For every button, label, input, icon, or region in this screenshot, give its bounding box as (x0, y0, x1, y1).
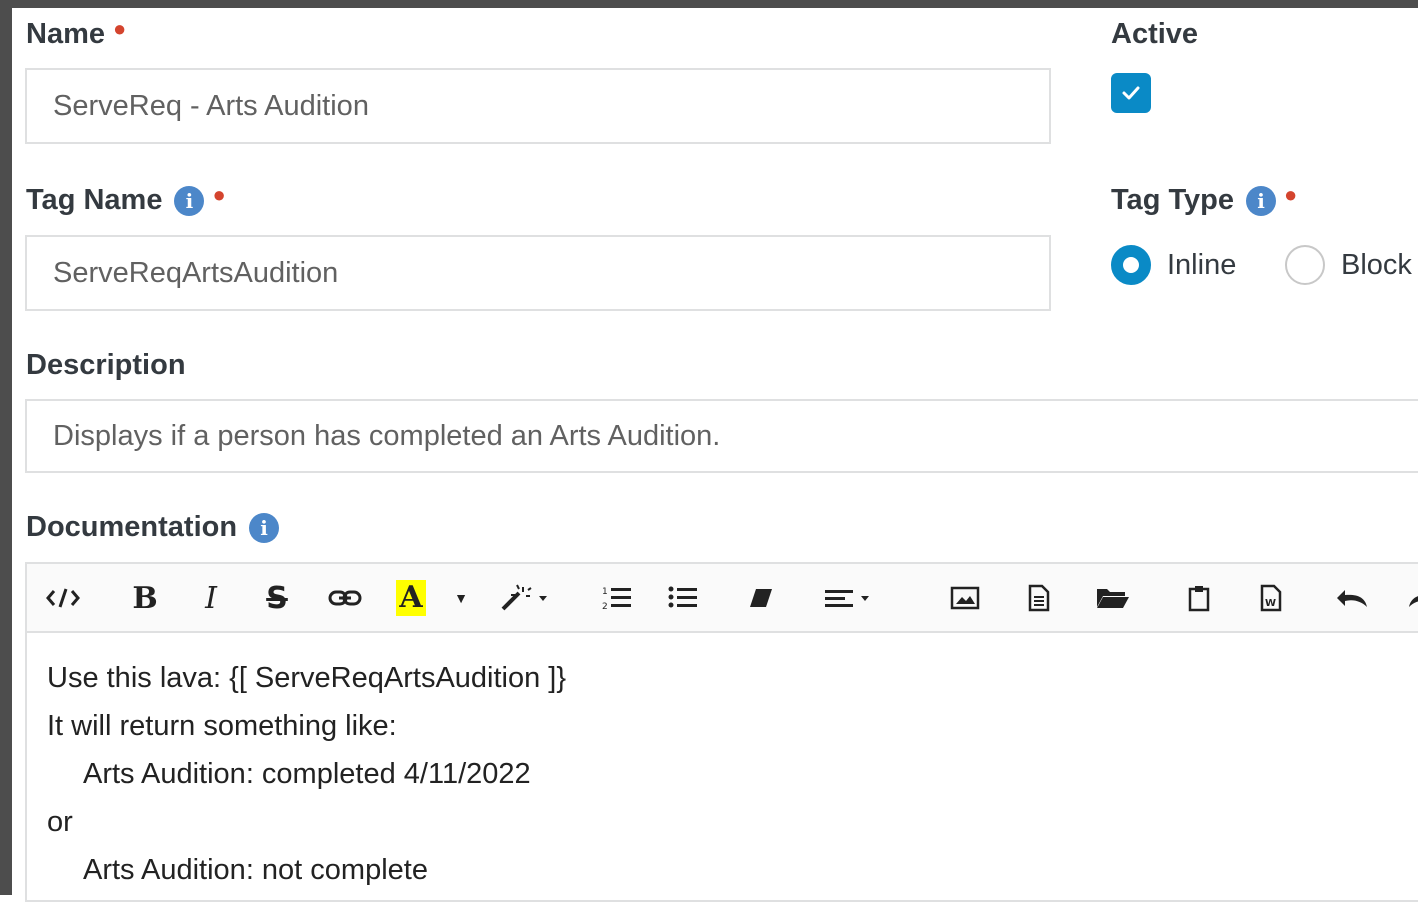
description-label-text: Description (26, 349, 186, 381)
content-line: Arts Audition: completed 4/11/2022 (83, 758, 531, 790)
window-frame-left (0, 0, 12, 895)
tag-name-label: Tag Name i ● (26, 181, 226, 217)
tag-type-label-text: Tag Type (1111, 184, 1234, 216)
ordered-list-icon[interactable]: 12 (599, 580, 635, 616)
name-input[interactable]: ServeReq - Arts Audition (25, 68, 1051, 144)
tag-type-block-label[interactable]: Block (1341, 249, 1412, 282)
required-indicator: ● (113, 15, 127, 41)
name-input-value: ServeReq - Arts Audition (53, 89, 369, 122)
name-label: Name ● (26, 15, 127, 51)
paste-icon[interactable] (1183, 580, 1215, 616)
tag-name-label-text: Tag Name (26, 184, 163, 216)
svg-text:2: 2 (602, 602, 608, 612)
required-indicator: ● (212, 181, 226, 207)
check-icon (1122, 86, 1140, 100)
description-input[interactable]: Displays if a person has completed an Ar… (25, 399, 1418, 473)
eraser-icon[interactable] (745, 580, 777, 616)
documentation-label-text: Documentation (26, 511, 238, 543)
link-icon[interactable] (325, 580, 365, 616)
description-label: Description (26, 349, 186, 382)
tag-name-input-value: ServeReqArtsAudition (53, 256, 339, 289)
info-icon[interactable]: i (174, 185, 205, 216)
tag-type-inline-label[interactable]: Inline (1167, 249, 1236, 282)
svg-text:1: 1 (602, 587, 608, 597)
svg-text:W: W (1265, 598, 1276, 609)
file-icon[interactable] (1023, 580, 1055, 616)
content-line: or (47, 806, 73, 838)
folder-icon[interactable] (1093, 580, 1133, 616)
bold-icon[interactable]: B (127, 580, 163, 616)
editor-toolbar: B I S A ▼ 12 W (27, 564, 1418, 633)
documentation-editor[interactable]: B I S A ▼ 12 W Use this lava: {[ServeRe… (25, 562, 1418, 902)
italic-icon[interactable]: I (193, 580, 229, 616)
code-view-icon[interactable] (43, 580, 83, 616)
active-label-text: Active (1111, 18, 1199, 50)
tag-type-inline-radio[interactable] (1111, 245, 1151, 285)
window-frame-top (0, 0, 1418, 8)
font-color-icon[interactable]: A (393, 580, 429, 616)
documentation-label: Documentation i (26, 511, 280, 544)
required-indicator: ● (1284, 181, 1298, 207)
strikethrough-icon[interactable]: S (259, 580, 295, 616)
editor-content[interactable]: Use this lava: {[ ServeReqArtsAudition ]… (47, 654, 566, 894)
content-line: Arts Audition: not complete (83, 854, 428, 886)
unordered-list-icon[interactable] (665, 580, 701, 616)
content-line: Use this lava: {[ ServeReqArtsAudition ]… (47, 662, 567, 694)
magic-wand-icon[interactable] (493, 580, 557, 616)
info-icon[interactable]: i (249, 512, 280, 543)
info-icon[interactable]: i (1246, 185, 1276, 216)
color-dropdown-icon[interactable]: ▼ (451, 580, 471, 616)
active-label: Active (1111, 18, 1198, 51)
tag-type-block-radio[interactable] (1285, 245, 1325, 285)
tag-type-label: Tag Type i ● (1111, 181, 1298, 217)
redo-icon[interactable] (1403, 580, 1418, 616)
image-icon[interactable] (947, 580, 983, 616)
description-input-value: Displays if a person has completed an Ar… (53, 419, 721, 452)
undo-icon[interactable] (1333, 580, 1373, 616)
content-line: It will return something like: (47, 710, 397, 742)
name-label-text: Name (26, 18, 105, 50)
active-checkbox[interactable] (1111, 73, 1151, 113)
paste-word-icon[interactable]: W (1255, 580, 1287, 616)
tag-name-input[interactable]: ServeReqArtsAudition (25, 235, 1051, 311)
align-icon[interactable] (817, 580, 881, 616)
